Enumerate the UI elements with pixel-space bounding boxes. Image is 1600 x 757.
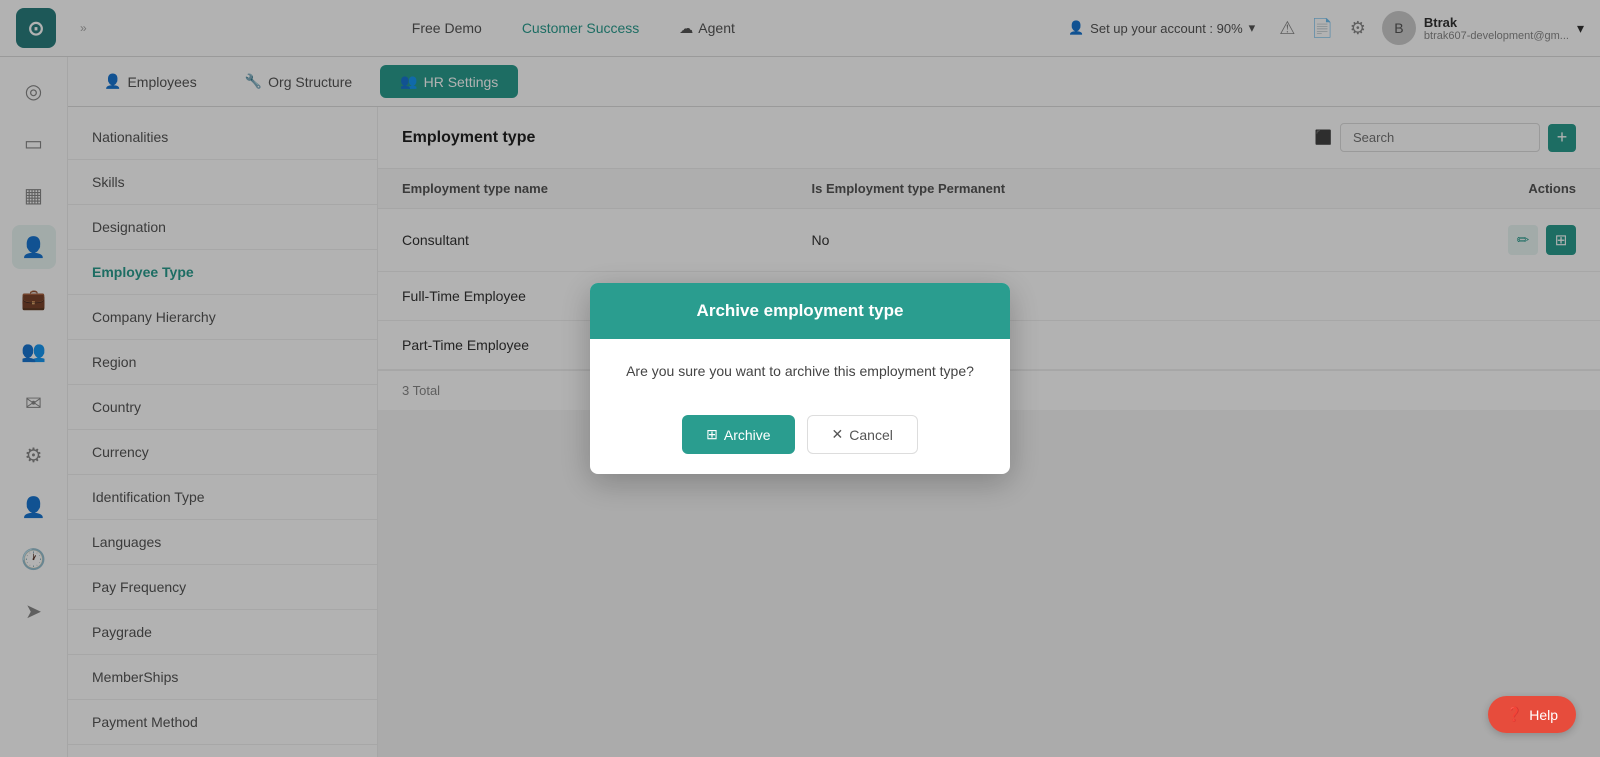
help-button[interactable]: ❓ Help (1488, 696, 1576, 733)
modal-overlay: Archive employment type Are you sure you… (0, 0, 1600, 757)
modal-actions: ⊞ Archive ✕ Cancel (590, 403, 1010, 474)
cancel-btn-icon: ✕ (832, 426, 844, 443)
help-icon: ❓ (1506, 706, 1523, 723)
modal-title: Archive employment type (590, 283, 1010, 339)
archive-btn-icon: ⊞ (706, 426, 718, 443)
modal-body: Are you sure you want to archive this em… (590, 339, 1010, 403)
modal-cancel-button[interactable]: ✕ Cancel (807, 415, 918, 454)
modal-archive-button[interactable]: ⊞ Archive (682, 415, 794, 454)
archive-modal: Archive employment type Are you sure you… (590, 283, 1010, 474)
